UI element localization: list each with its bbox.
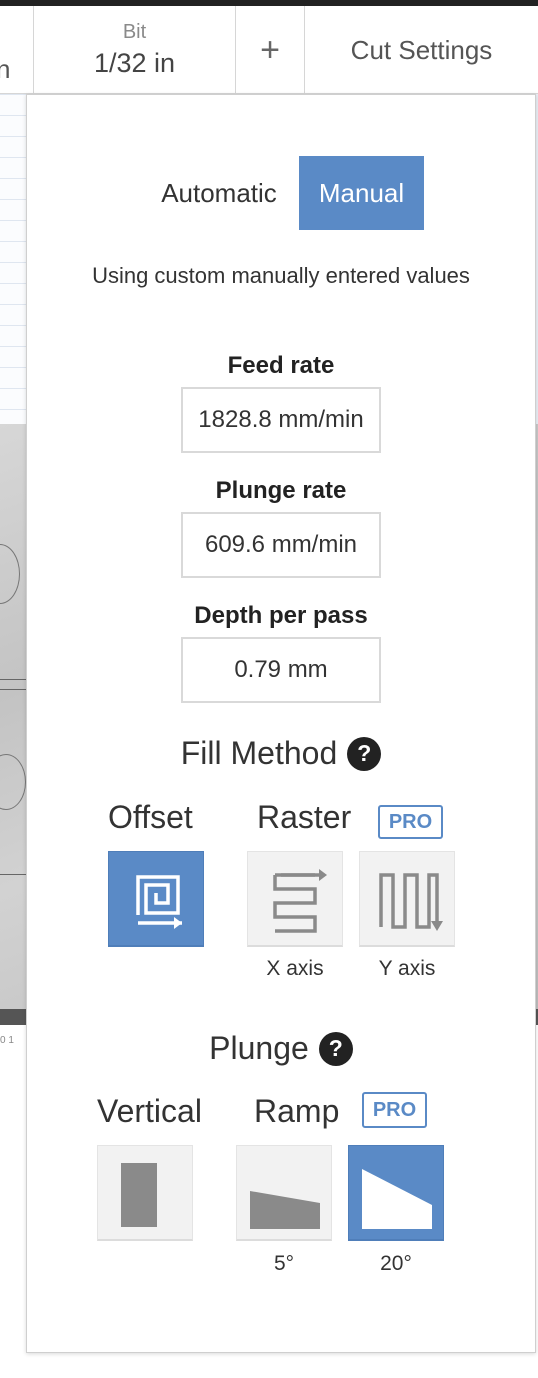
plus-icon: + [260, 30, 280, 69]
ramp-label: Ramp [254, 1093, 340, 1129]
plunge-rate-label: Plunge rate [215, 477, 347, 504]
add-bit-button[interactable]: + [236, 6, 305, 94]
fill-method-title: Fill Method ? [27, 735, 535, 772]
x-axis-caption: X axis [266, 957, 324, 980]
tab-previous[interactable]: n [0, 6, 34, 94]
cut-settings-popover: Automatic Manual Using custom manually e… [26, 94, 536, 1353]
offset-spiral-icon [136, 874, 182, 929]
plunge-help-icon[interactable]: ? [318, 1031, 353, 1066]
tab-previous-label: n [0, 54, 11, 84]
y-axis-caption: Y axis [378, 957, 436, 980]
mode-toggle: Automatic Manual [27, 156, 535, 230]
plunge-ramp-5-option[interactable] [236, 1145, 332, 1241]
ramp-20-icon [362, 1168, 432, 1229]
cut-settings-label: Cut Settings [350, 34, 493, 65]
bit-value: 1/32 in [93, 48, 176, 78]
feed-rate-label: Feed rate [227, 352, 335, 379]
depth-per-pass-input[interactable] [181, 637, 381, 703]
plunge-title-text: Plunge [209, 1030, 309, 1066]
plunge-ramp-20-option[interactable] [348, 1145, 444, 1241]
vertical-label: Vertical [97, 1093, 202, 1129]
raster-y-icon [379, 872, 443, 931]
ramp-5-icon [250, 1190, 320, 1229]
fill-raster-y-option[interactable] [359, 851, 455, 947]
offset-label: Offset [108, 799, 193, 835]
mode-description: Using custom manually entered values [92, 263, 470, 288]
manual-button[interactable]: Manual [299, 156, 424, 230]
fill-method-title-text: Fill Method [180, 735, 338, 771]
automatic-button[interactable]: Automatic [139, 156, 299, 230]
raster-pro-badge: PRO [378, 805, 443, 839]
raster-x-icon [273, 868, 327, 933]
fill-raster-x-option[interactable] [247, 851, 343, 947]
depth-per-pass-label: Depth per pass [194, 602, 368, 629]
fill-method-help-icon[interactable]: ? [347, 736, 382, 771]
tab-bit[interactable]: Bit 1/32 in [34, 6, 236, 94]
ramp-20-caption: 20° [380, 1252, 412, 1275]
tab-cut-settings[interactable]: Cut Settings [305, 6, 538, 94]
plunge-title: Plunge ? [27, 1030, 535, 1067]
plunge-vertical-option[interactable] [97, 1145, 193, 1241]
toolbar-header: n Bit 1/32 in + Cut Settings [0, 6, 538, 94]
plunge-rate-input[interactable] [181, 512, 381, 578]
bit-label: Bit [122, 21, 147, 43]
feed-rate-input[interactable] [181, 387, 381, 453]
ruler-left: 0 1 [0, 1035, 14, 1046]
ramp-5-caption: 5° [273, 1252, 295, 1275]
ramp-pro-badge: PRO [362, 1092, 427, 1128]
fill-offset-option[interactable] [108, 851, 204, 947]
vertical-plunge-icon [121, 1162, 157, 1227]
raster-label: Raster [257, 799, 352, 835]
